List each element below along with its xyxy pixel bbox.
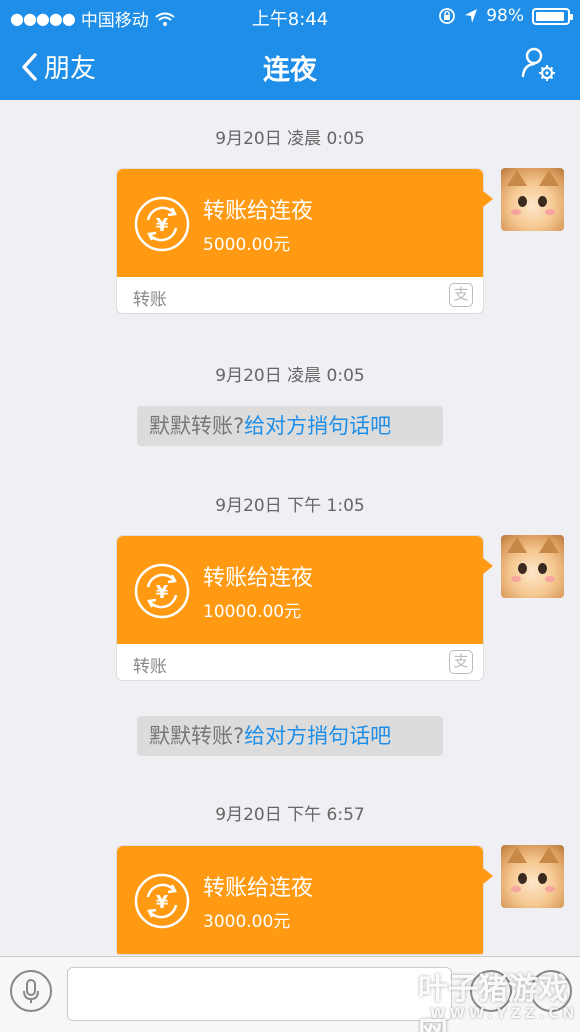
avatar[interactable]: [501, 168, 564, 231]
message-hint[interactable]: 默默转账?给对方捎句话吧: [137, 716, 443, 756]
transfer-title: 转账给连夜: [203, 566, 314, 591]
timestamp: 9月20日 凌晨 0:05: [215, 366, 365, 386]
avatar[interactable]: [501, 535, 564, 598]
timestamp: 9月20日 下午 1:05: [215, 496, 365, 516]
more-button[interactable]: [530, 970, 572, 1012]
timestamp: 9月20日 凌晨 0:05: [215, 129, 365, 149]
yuan-transfer-icon: ¥: [134, 196, 190, 252]
transfer-title: 转账给连夜: [203, 199, 314, 224]
transfer-amount: 3000.00元: [203, 912, 291, 932]
microphone-icon: [23, 979, 39, 1003]
chat-area[interactable]: 9月20日 凌晨 0:05 ¥ 转账给连夜 5000.00元 转账 支 9月20…: [0, 100, 580, 956]
hint-text: 默默转账?: [149, 724, 245, 748]
timestamp: 9月20日 下午 6:57: [215, 805, 365, 825]
location-icon: [465, 9, 478, 23]
battery-icon: [532, 7, 573, 25]
back-label: 朋友: [44, 54, 97, 84]
hint-text: 默默转账?: [149, 414, 245, 438]
alipay-icon: 支: [449, 650, 473, 674]
svg-text:¥: ¥: [156, 892, 169, 913]
avatar[interactable]: [501, 845, 564, 908]
emoji-button[interactable]: [470, 970, 512, 1012]
hint-link[interactable]: 给对方捎句话吧: [244, 414, 391, 438]
yuan-transfer-icon: ¥: [134, 563, 190, 619]
transfer-card[interactable]: ¥ 转账给连夜 10000.00元 转账 支: [116, 535, 493, 681]
hint-link[interactable]: 给对方捎句话吧: [244, 724, 391, 748]
message-input[interactable]: [67, 967, 452, 1021]
transfer-amount: 10000.00元: [203, 602, 302, 622]
back-button[interactable]: 朋友: [20, 48, 96, 85]
top-bar: ●●●●● 中国移动 上午8:44 98% 朋友 连夜: [0, 0, 580, 100]
transfer-card[interactable]: ¥ 转账给连夜 3000.00元: [116, 845, 493, 955]
page-title: 连夜: [263, 55, 317, 86]
yuan-transfer-icon: ¥: [134, 873, 190, 929]
status-bar: ●●●●● 中国移动 上午8:44 98%: [0, 0, 580, 32]
user-settings-icon: [521, 47, 555, 81]
message-hint[interactable]: 默默转账?给对方捎句话吧: [137, 406, 443, 446]
transfer-kind: 转账: [133, 290, 167, 310]
battery-percent: 98%: [486, 6, 524, 26]
chevron-left-icon: [22, 52, 37, 81]
profile-settings-button[interactable]: [520, 46, 560, 82]
transfer-title: 转账给连夜: [203, 876, 314, 901]
alipay-icon: 支: [449, 283, 473, 307]
svg-text:¥: ¥: [156, 215, 169, 236]
transfer-amount: 5000.00元: [203, 235, 291, 255]
rotation-lock-icon: [439, 8, 456, 24]
transfer-card[interactable]: ¥ 转账给连夜 5000.00元 转账 支: [116, 168, 493, 314]
voice-button[interactable]: [10, 970, 52, 1012]
svg-text:¥: ¥: [156, 582, 169, 603]
transfer-kind: 转账: [133, 657, 167, 677]
input-bar: [0, 956, 580, 1032]
